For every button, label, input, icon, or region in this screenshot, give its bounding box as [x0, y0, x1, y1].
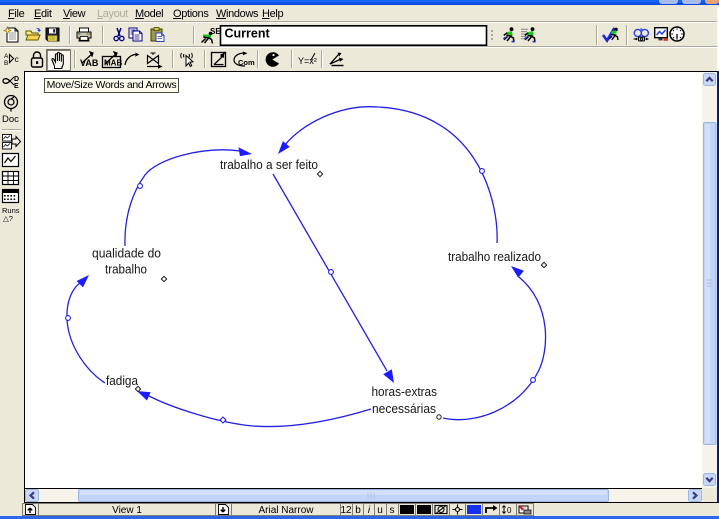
svg-text:trabalho a ser feito: trabalho a ser feito: [220, 157, 318, 172]
svg-text:Doc: Doc: [2, 114, 19, 125]
svg-text:fadiga: fadiga: [106, 373, 139, 388]
svg-text:s: s: [390, 505, 395, 516]
svg-text:u: u: [377, 505, 383, 516]
svg-text:B: B: [4, 60, 8, 67]
svg-text:0: 0: [507, 506, 512, 515]
svg-text:necessárias: necessárias: [372, 401, 436, 416]
svg-text:A: A: [4, 53, 9, 60]
svg-text:12: 12: [340, 505, 352, 516]
svg-text:trabalho realizado: trabalho realizado: [448, 249, 541, 264]
svg-text:Arial Narrow: Arial Narrow: [258, 505, 314, 516]
svg-text:trabalho: trabalho: [105, 262, 147, 277]
svg-text:E: E: [14, 83, 19, 90]
svg-text:View 1: View 1: [112, 505, 142, 516]
svg-text:△?: △?: [3, 214, 13, 223]
svg-text:horas-extras: horas-extras: [372, 384, 438, 399]
svg-text:Current: Current: [225, 27, 271, 41]
svg-text:Y=x²: Y=x²: [298, 56, 317, 66]
svg-text:b: b: [355, 505, 361, 516]
svg-text:c: c: [15, 54, 20, 64]
svg-text:Com: Com: [238, 58, 255, 67]
svg-text:qualidade do: qualidade do: [92, 246, 161, 261]
svg-text:D: D: [14, 76, 19, 83]
